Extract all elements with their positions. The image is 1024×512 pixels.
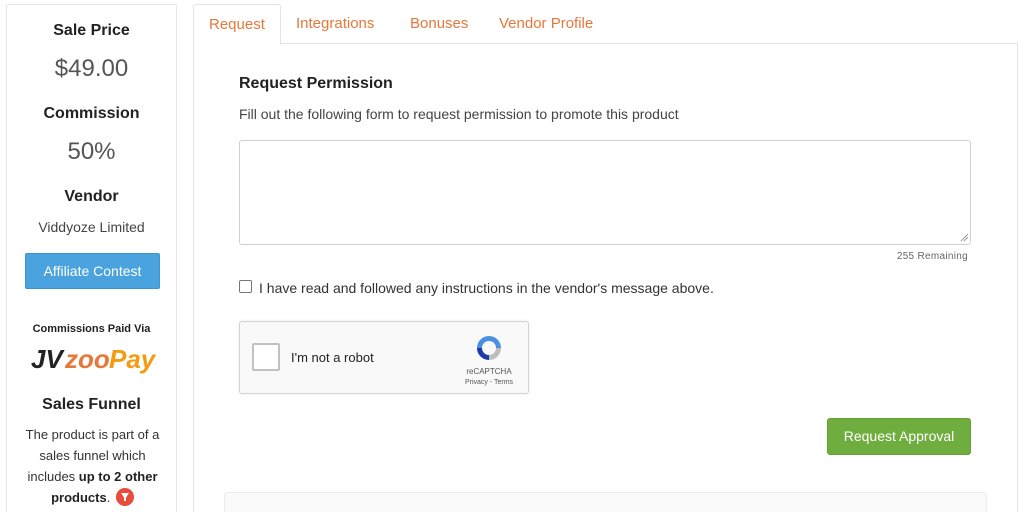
recaptcha-links[interactable]: Privacy - Terms	[450, 379, 528, 386]
commission-label: Commission	[43, 105, 140, 122]
vendor-name: Viddyoze Limited	[38, 219, 145, 235]
request-permission-title: Request Permission	[239, 75, 393, 92]
product-summary-card: Sale Price $49.00 Commission 50% Vendor …	[6, 4, 177, 512]
acknowledge-checkbox[interactable]	[239, 280, 252, 293]
logo-jv: JV	[31, 344, 65, 374]
sales-funnel-label: Sales Funnel	[42, 396, 141, 413]
recaptcha-icon	[477, 336, 501, 360]
tab-bar: Request Integrations Bonuses Vendor Prof…	[193, 4, 1018, 45]
acknowledge-label[interactable]: I have read and followed any instruction…	[259, 280, 714, 296]
recaptcha-label: I'm not a robot	[291, 350, 374, 365]
sales-funnel-description: The product is part of a sales funnel wh…	[17, 424, 168, 508]
request-approval-button[interactable]: Request Approval	[827, 418, 971, 455]
commission-value: 50%	[67, 138, 116, 165]
funnel-icon[interactable]	[115, 488, 134, 506]
logo-pay: Pay	[109, 344, 157, 374]
resize-handle-icon[interactable]	[959, 232, 969, 242]
recaptcha-widget: I'm not a robot reCAPTCHA Privacy - Term…	[239, 321, 529, 394]
lower-info-box	[224, 492, 987, 512]
funnel-text-part2: .	[106, 490, 111, 505]
tab-vendor-profile[interactable]: Vendor Profile	[484, 4, 608, 44]
tab-request[interactable]: Request	[193, 4, 281, 45]
commissions-paid-via-label: Commissions Paid Via	[32, 323, 151, 335]
request-permission-description: Fill out the following form to request p…	[239, 106, 679, 122]
vendor-label: Vendor	[64, 188, 119, 205]
sale-price-label: Sale Price	[53, 22, 130, 39]
logo-zoo: zoo	[64, 344, 110, 374]
affiliate-contest-button[interactable]: Affiliate Contest	[25, 253, 160, 289]
tab-bonuses[interactable]: Bonuses	[395, 4, 483, 44]
tab-integrations[interactable]: Integrations	[281, 4, 389, 44]
request-message-textarea[interactable]	[239, 140, 971, 245]
sale-price-value: $49.00	[54, 55, 129, 82]
jvzoopay-logo: JV zoo Pay	[31, 344, 157, 374]
recaptcha-checkbox[interactable]	[252, 343, 280, 371]
recaptcha-brand: reCAPTCHA	[466, 367, 512, 376]
characters-remaining: 255 Remaining	[896, 251, 968, 262]
